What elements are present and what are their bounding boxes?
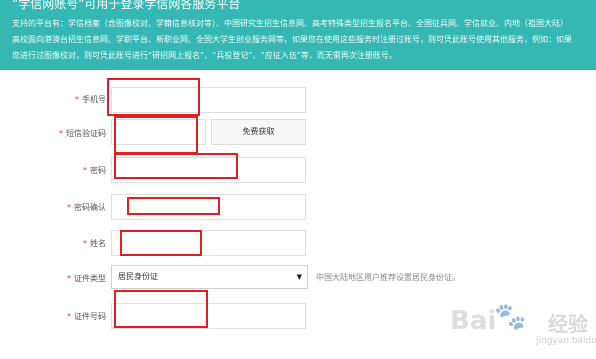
banner-line-1: 支持的平台有：学信档案（含图像校对、学籍信息核对等）、中国研究生招生信息网、高考…: [12, 19, 568, 28]
required-star: *: [83, 166, 87, 175]
required-star: *: [83, 239, 87, 248]
password-confirm-label: * 密码确认: [67, 203, 106, 212]
id-type-label: * 证件类型: [67, 274, 106, 283]
required-star: *: [67, 203, 71, 212]
banner-description: 支持的平台有：学信档案（含图像校对、学籍信息核对等）、中国研究生招生信息网、高考…: [12, 16, 592, 64]
info-banner: “学信网账号”可用于登录学信网各服务平台 支持的平台有：学信档案（含图像校对、学…: [0, 0, 596, 70]
sms-code-label: * 短信验证码: [59, 129, 106, 138]
name-input[interactable]: [111, 230, 306, 256]
id-type-select[interactable]: 居民身份证 ▼: [111, 265, 308, 289]
password-input[interactable]: [111, 157, 306, 183]
id-number-label: * 证件号码: [67, 312, 106, 321]
required-star: *: [67, 274, 71, 283]
required-star: *: [67, 312, 71, 321]
baidu-jingyan-watermark: Bai 🐾 经验 jingyan.baidu.com: [450, 300, 596, 359]
id-type-hint: 中国大陆地区用户推荐设置居民身份证。: [316, 273, 460, 282]
get-sms-code-button[interactable]: 免费获取: [211, 119, 306, 145]
baidu-paw-icon: 🐾: [494, 302, 527, 332]
caret-down-icon: ▼: [296, 273, 302, 281]
banner-line-2: 高校面向港澳台招生信息网、学职平台、新职业网、全国大学生创业服务网等。如果您在使…: [12, 35, 572, 44]
id-type-selected-value: 居民身份证: [118, 272, 158, 281]
sms-code-input[interactable]: [111, 119, 206, 145]
phone-input[interactable]: [111, 87, 306, 113]
phone-label: * 手机号: [75, 95, 106, 104]
watermark-logo-text: Bai: [450, 306, 497, 336]
name-label: * 姓名: [83, 239, 106, 248]
password-label: * 密码: [83, 166, 106, 175]
id-number-input[interactable]: [111, 303, 306, 329]
required-star: *: [59, 129, 63, 138]
required-star: *: [75, 95, 79, 104]
watermark-url: jingyan.baidu.com: [536, 336, 596, 346]
banner-title: “学信网账号”可用于登录学信网各服务平台: [12, 0, 241, 11]
watermark-brand-text: 经验: [548, 312, 588, 336]
password-confirm-input[interactable]: [111, 194, 306, 220]
banner-line-3: 您进行过图像校对，则可凭此账号进行“研招网上报名”、“兵役登记”、“应征入伍”等…: [12, 51, 397, 60]
